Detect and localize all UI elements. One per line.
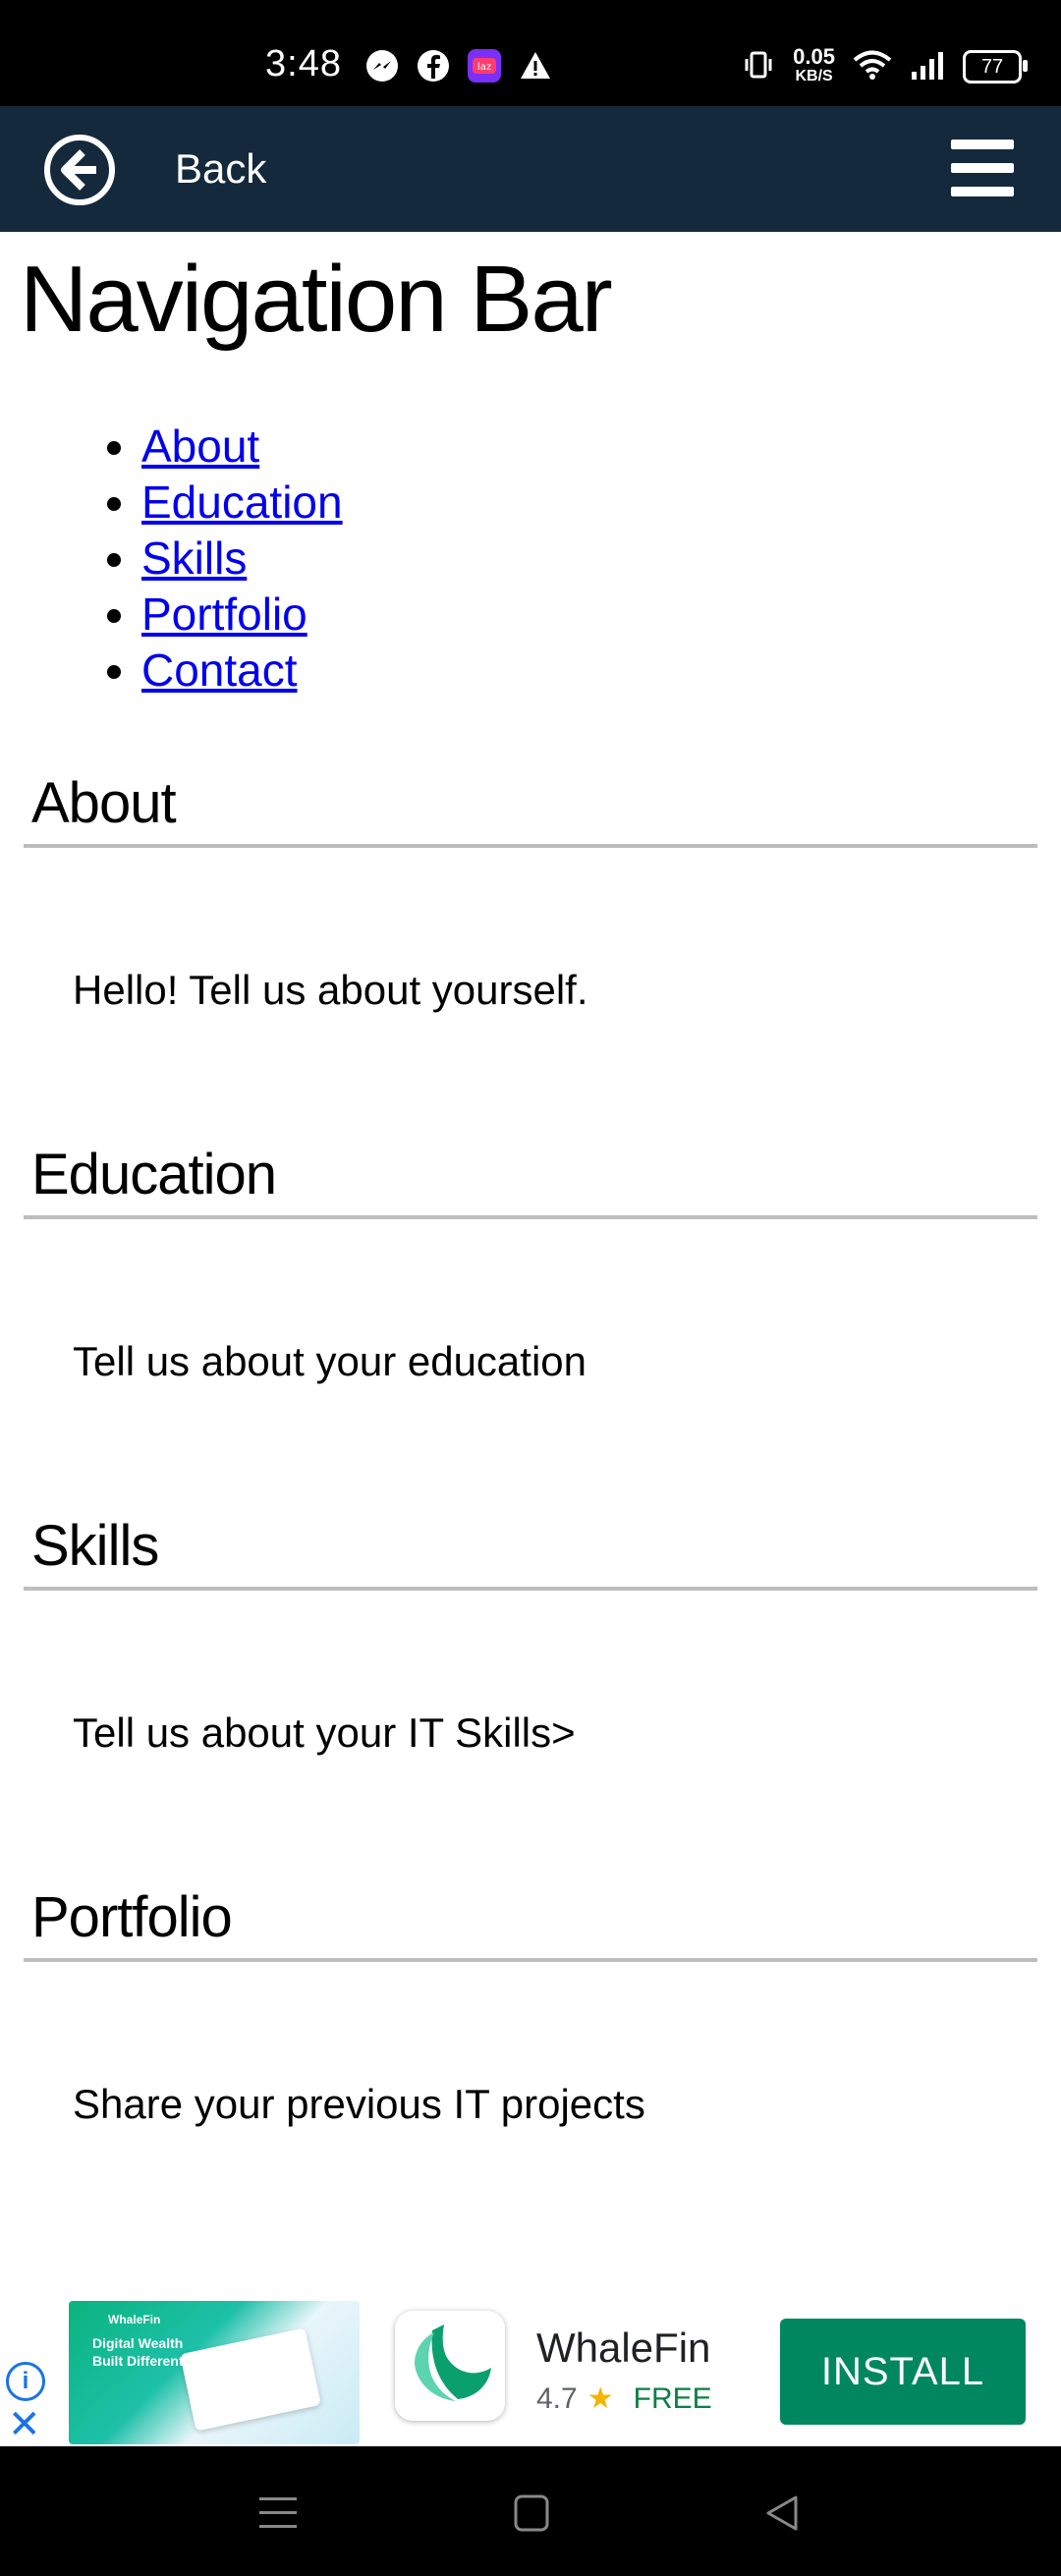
nav-link-contact[interactable]: Contact <box>141 644 298 696</box>
back-button[interactable]: Back <box>175 145 266 193</box>
net-speed-value: 0.05 <box>793 44 835 69</box>
section-heading-education: Education <box>31 1143 277 1206</box>
section-text-skills: Tell us about your IT Skills> <box>73 1709 576 1756</box>
ad-meta: 4.7 ★ FREE <box>536 2381 712 2416</box>
section-divider <box>24 1215 1037 1219</box>
app-bar: Back <box>0 106 1061 232</box>
ad-price: FREE <box>633 2382 712 2415</box>
ad-app-name: WhaleFin <box>536 2324 711 2371</box>
svg-text:laz: laz <box>477 62 491 73</box>
nav-link-skills[interactable]: Skills <box>141 532 247 584</box>
nav-item-portfolio: Portfolio <box>141 587 343 643</box>
section-divider <box>24 844 1037 848</box>
nav-item-skills: Skills <box>141 531 343 587</box>
nav-link-portfolio[interactable]: Portfolio <box>141 588 307 640</box>
nav-item-education: Education <box>141 475 343 531</box>
battery-level: 77 <box>980 55 1004 78</box>
section-divider <box>24 1958 1037 1962</box>
system-nav-bar <box>0 2446 1061 2576</box>
home-icon[interactable] <box>513 2493 550 2538</box>
section-about: About Hello! Tell us about yourself. <box>24 770 1037 1065</box>
section-skills: Skills Tell us about your IT Skills> <box>24 1513 1037 1808</box>
ad-close-icon[interactable]: ✕ <box>8 2405 41 2444</box>
section-portfolio: Portfolio Share your previous IT project… <box>24 1884 1037 2179</box>
status-indicators: 0.05 KB/S 77 <box>742 44 1028 86</box>
nav-link-about[interactable]: About <box>141 420 259 472</box>
section-text-portfolio: Share your previous IT projects <box>73 2081 645 2127</box>
section-divider <box>24 1587 1037 1591</box>
ad-info-icon[interactable]: i <box>6 2362 45 2401</box>
battery-icon: 77 <box>963 50 1028 84</box>
vibrate-icon <box>742 48 775 86</box>
ad-rating: 4.7 <box>536 2382 578 2415</box>
section-heading-skills: Skills <box>31 1514 159 1578</box>
signal-icon <box>910 50 945 84</box>
ad-creative-brand: WhaleFin <box>108 2313 161 2326</box>
back-nav-icon[interactable] <box>762 2493 800 2538</box>
warning-icon <box>517 47 554 84</box>
notification-icons: laz <box>363 47 554 84</box>
lazada-icon: laz <box>466 47 503 84</box>
install-button[interactable]: INSTALL <box>780 2319 1026 2425</box>
messenger-icon <box>363 47 401 84</box>
nav-link-education[interactable]: Education <box>141 476 343 528</box>
ad-banner[interactable]: i ✕ WhaleFin Digital Wealth Built Differ… <box>0 2297 1061 2446</box>
net-speed-unit: KB/S <box>795 68 833 84</box>
ad-creative-phone <box>180 2327 321 2432</box>
section-education: Education Tell us about your education <box>24 1142 1037 1436</box>
back-arrow-icon[interactable] <box>43 134 116 206</box>
nav-list: About Education Skills Portfolio Contact <box>98 419 343 699</box>
ad-creative-image[interactable]: WhaleFin Digital Wealth Built Different <box>69 2301 360 2444</box>
net-speed: 0.05 KB/S <box>793 44 835 86</box>
wifi-icon <box>853 49 892 85</box>
ad-creative-text: Digital Wealth Built Different <box>92 2335 184 2369</box>
section-text-about: Hello! Tell us about yourself. <box>73 967 588 1013</box>
recent-apps-icon[interactable] <box>257 2493 299 2538</box>
whalefin-app-icon[interactable] <box>395 2311 505 2421</box>
nav-item-contact: Contact <box>141 643 343 699</box>
status-time: 3:48 <box>265 43 342 84</box>
section-heading-about: About <box>31 771 177 835</box>
facebook-icon <box>415 47 452 84</box>
page-title: Navigation Bar <box>20 247 613 352</box>
section-heading-portfolio: Portfolio <box>31 1885 233 1949</box>
nav-item-about: About <box>141 419 343 475</box>
section-text-education: Tell us about your education <box>73 1338 587 1384</box>
menu-icon[interactable] <box>951 140 1014 196</box>
star-icon: ★ <box>586 2382 614 2415</box>
status-bar: 3:48 laz 0.05 KB/S 77 <box>0 0 1061 106</box>
